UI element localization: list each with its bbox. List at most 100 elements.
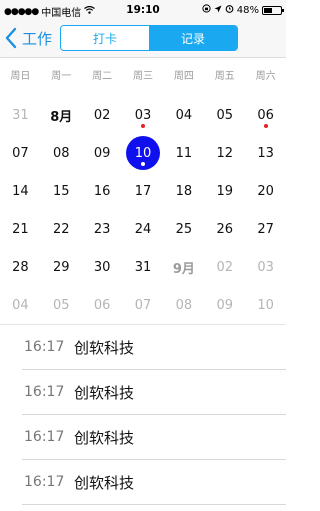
calendar-day[interactable]: 26 <box>204 210 245 248</box>
calendar-day-label: 8月 <box>50 109 73 125</box>
calendar-day[interactable]: 29 <box>41 248 82 286</box>
calendar-day[interactable]: 03 <box>123 96 164 134</box>
calendar-day[interactable]: 09 <box>204 286 245 324</box>
calendar-day-label: 28 <box>12 259 29 275</box>
calendar-day[interactable]: 28 <box>0 248 41 286</box>
record-time: 16:17 <box>24 339 65 355</box>
calendar-day[interactable]: 04 <box>163 96 204 134</box>
calendar-day-label: 06 <box>93 297 111 313</box>
record-title: 创软科技 <box>74 473 135 492</box>
calendar-day[interactable]: 08 <box>41 134 82 172</box>
tab-records[interactable]: 记录 <box>149 26 237 50</box>
calendar-grid: 31 8月 02 03 04 05 06 07 08 09 10 11 12 13 14 15 16 17 18 19… <box>0 96 286 324</box>
record-list: 16:17 创软科技 16:17 创软科技 16:17 创软科技 16:17 创… <box>22 325 286 505</box>
calendar-day-label: 09 <box>216 297 233 313</box>
calendar-day[interactable]: 07 <box>0 134 41 172</box>
calendar-day[interactable]: 04 <box>0 286 41 324</box>
back-button[interactable]: 工作 <box>4 26 52 50</box>
record-title: 创软科技 <box>74 428 135 447</box>
weekday-fri: 周五 <box>214 71 235 82</box>
calendar-day-label: 13 <box>257 145 274 161</box>
record-time: 16:17 <box>24 384 65 400</box>
weekday-thu: 周四 <box>173 71 194 82</box>
calendar-day[interactable]: 15 <box>41 172 82 210</box>
calendar-day[interactable]: 21 <box>0 210 41 248</box>
calendar-day-label: 03 <box>134 107 152 123</box>
calendar-day-label: 20 <box>257 183 274 199</box>
record-item[interactable]: 16:17 创软科技 <box>22 460 286 505</box>
calendar-day[interactable]: 03 <box>245 248 286 286</box>
calendar-day[interactable]: 05 <box>204 96 245 134</box>
event-dot <box>263 124 268 128</box>
record-item[interactable]: 16:17 创软科技 <box>22 370 286 415</box>
chevron-left-icon <box>5 27 17 49</box>
calendar-day-label: 26 <box>216 221 233 237</box>
calendar-day[interactable]: 30 <box>82 248 123 286</box>
back-label: 工作 <box>22 29 53 48</box>
calendar-day-label: 07 <box>134 297 152 313</box>
battery-icon <box>262 5 284 15</box>
calendar-day[interactable]: 10 <box>245 286 286 324</box>
calendar-week-row: 21 22 23 24 25 26 27 <box>0 210 286 248</box>
calendar-day[interactable]: 02 <box>82 96 123 134</box>
weekday-mon: 周一 <box>51 71 72 82</box>
calendar-day[interactable]: 12 <box>204 134 245 172</box>
calendar-day[interactable]: 06 <box>82 286 123 324</box>
calendar-day[interactable]: 02 <box>204 248 245 286</box>
calendar-day-label: 12 <box>216 145 233 161</box>
record-item[interactable]: 16:17 创软科技 <box>22 415 286 460</box>
calendar-day[interactable]: 05 <box>41 286 82 324</box>
calendar-day-label: 19 <box>216 183 233 199</box>
calendar-day[interactable]: 11 <box>163 134 204 172</box>
calendar-day-label: 9月 <box>172 261 195 277</box>
weekday-tue: 周二 <box>92 71 113 82</box>
calendar-day[interactable]: 8月 <box>41 96 82 134</box>
calendar-day[interactable]: 22 <box>41 210 82 248</box>
calendar-day[interactable]: 9月 <box>163 248 204 286</box>
calendar-day[interactable]: 31 <box>123 248 164 286</box>
location-icon <box>214 5 222 16</box>
calendar-day-label: 04 <box>12 297 29 313</box>
calendar-day[interactable]: 14 <box>0 172 41 210</box>
calendar-day-label: 21 <box>12 221 29 237</box>
alarm-icon <box>225 4 234 16</box>
calendar-week-row: 04 05 06 07 08 09 10 <box>0 286 286 324</box>
calendar-day-label: 08 <box>175 297 193 313</box>
calendar-day[interactable]: 13 <box>245 134 286 172</box>
calendar-day[interactable]: 16 <box>82 172 123 210</box>
calendar-day-label: 08 <box>53 145 70 161</box>
calendar-day-label: 16 <box>93 183 111 199</box>
calendar-day[interactable]: 07 <box>123 286 164 324</box>
calendar-day[interactable]: 25 <box>163 210 204 248</box>
record-item[interactable]: 16:17 创软科技 <box>22 325 286 370</box>
record-title: 创软科技 <box>74 383 135 402</box>
record-title: 创软科技 <box>74 338 135 357</box>
calendar-week-row: 07 08 09 10 11 12 13 <box>0 134 286 172</box>
calendar-day[interactable]: 18 <box>163 172 204 210</box>
status-bar: ●●●●● 中国电信 19:10 48% <box>0 0 286 20</box>
battery-percent: 48% <box>236 4 259 16</box>
tab-clock-in[interactable]: 打卡 <box>61 26 149 50</box>
calendar-day[interactable]: 31 <box>0 96 41 134</box>
calendar-day[interactable]: 24 <box>123 210 164 248</box>
calendar-day[interactable]: 19 <box>204 172 245 210</box>
calendar-day-label: 27 <box>257 221 274 237</box>
calendar-day-label: 24 <box>134 221 152 237</box>
calendar-day-label: 31 <box>12 107 29 123</box>
weekday-header: 周日 周一 周二 周三 周四 周五 周六 <box>0 66 286 88</box>
calendar-day[interactable]: 09 <box>82 134 123 172</box>
calendar-day[interactable]: 23 <box>82 210 123 248</box>
calendar-day[interactable]: 20 <box>245 172 286 210</box>
event-dot <box>141 124 145 128</box>
calendar-day-label: 11 <box>175 145 193 161</box>
calendar-day[interactable]: 06 <box>245 96 286 134</box>
calendar-day[interactable]: 08 <box>163 286 204 324</box>
calendar-day-selected[interactable]: 10 <box>123 134 164 172</box>
calendar-day[interactable]: 27 <box>245 210 286 248</box>
calendar-day-label: 22 <box>53 221 70 237</box>
weekday-wed: 周三 <box>133 71 153 82</box>
calendar-day-label: 14 <box>12 183 29 199</box>
calendar-day-label: 29 <box>53 259 70 275</box>
segmented-control: 打卡 记录 <box>60 25 238 51</box>
calendar-day[interactable]: 17 <box>123 172 164 210</box>
